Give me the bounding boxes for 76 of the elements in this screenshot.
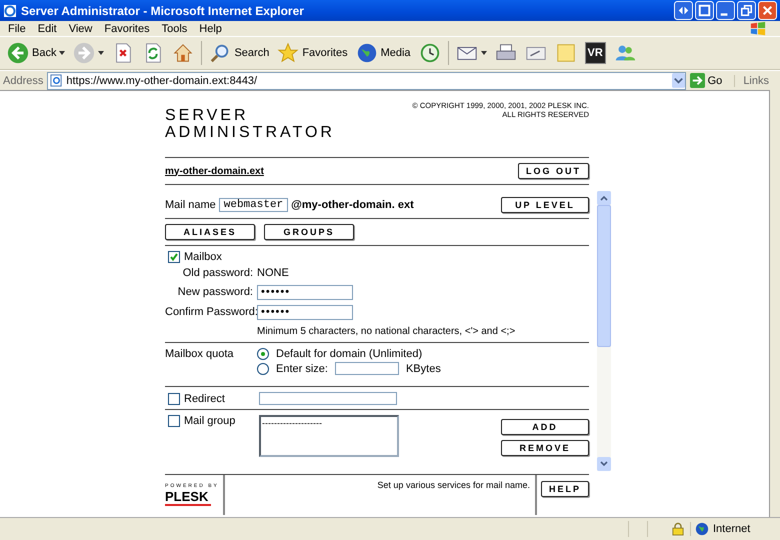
radio-label: Default for domain (Unlimited): [276, 348, 422, 360]
scrollbar[interactable]: [597, 191, 611, 471]
quota-label: Mailbox quota: [165, 348, 234, 362]
close-icon[interactable]: [758, 1, 777, 20]
zone-text: Internet: [713, 523, 750, 535]
tab-button[interactable]: GROUPS: [264, 224, 354, 240]
home-icon: [172, 42, 194, 64]
toolbar-button[interactable]: Back: [4, 42, 68, 64]
checkbox-label: Mailbox: [184, 251, 222, 263]
star-icon: [277, 42, 300, 64]
mail-name-field[interactable]: webmaster: [218, 198, 288, 212]
links-button[interactable]: Links: [734, 74, 777, 86]
help-button[interactable]: HELP: [540, 481, 589, 497]
radio-button[interactable]: [257, 362, 269, 374]
dropdown-icon: [480, 51, 487, 55]
dropdown-icon[interactable]: [672, 73, 685, 88]
domain-text: @my-other-domain. ext: [291, 198, 414, 210]
menu-item[interactable]: Favorites: [98, 22, 156, 34]
menu-item[interactable]: Help: [193, 22, 228, 34]
note-icon: [554, 42, 577, 64]
mail-group-checkbox[interactable]: [168, 415, 180, 427]
size-field[interactable]: [334, 362, 399, 375]
globe-icon: [356, 42, 378, 64]
up-level-button[interactable]: UP LEVEL: [501, 196, 589, 212]
toolbar-button[interactable]: Search: [206, 42, 272, 64]
menu-item[interactable]: Edit: [32, 22, 63, 34]
windows-flag-icon: [748, 20, 768, 36]
address-text: https://www.my-other-domain.ext:8443/: [66, 74, 258, 86]
menu-item[interactable]: View: [62, 22, 98, 34]
field-label: Old password:: [182, 267, 253, 280]
restore-icon[interactable]: [737, 1, 756, 20]
scroll-thumb[interactable]: [597, 205, 611, 347]
radio-label: Enter size:: [276, 362, 328, 374]
server-administrator-logo: SERVER ADMINISTRATOR: [165, 106, 335, 141]
domain-link[interactable]: my-other-domain.ext: [165, 166, 264, 176]
browser-icon: [3, 4, 17, 18]
toolbar-button[interactable]: Favorites: [274, 42, 351, 64]
log-out-button[interactable]: LOG OUT: [518, 163, 589, 179]
password-field[interactable]: ••••••: [257, 285, 353, 300]
field-label: New password:: [176, 286, 253, 299]
redirect-field[interactable]: [259, 392, 397, 405]
scroll-down-icon[interactable]: [597, 457, 611, 471]
back-forward-icon[interactable]: [674, 1, 693, 20]
radio-button[interactable]: [257, 348, 269, 360]
field-value: NONE: [257, 267, 289, 280]
tab-button[interactable]: ALIASES: [165, 224, 255, 240]
arrow-icon: [690, 73, 705, 88]
address-field[interactable]: https://www.my-other-domain.ext:8443/: [47, 72, 686, 90]
history-icon: [418, 42, 441, 64]
minimize-icon[interactable]: [716, 1, 735, 20]
page-icon: [50, 74, 64, 87]
mailbox-checkbox[interactable]: [168, 251, 180, 263]
go-button[interactable]: Go: [690, 73, 730, 88]
mail-name-label: Mail name: [165, 198, 216, 210]
dropdown-icon: [98, 51, 104, 55]
window-title: Server Administrator - Microsoft Internet Explorer: [21, 4, 304, 18]
menu-item[interactable]: File: [2, 22, 32, 34]
group-action-button[interactable]: ADD: [501, 419, 589, 435]
help-message: Set up various services for mail name.: [377, 480, 530, 490]
unit-text: KBytes: [406, 362, 441, 374]
group-action-button[interactable]: REMOVE: [501, 440, 589, 456]
list-item[interactable]: --------------------: [262, 418, 396, 428]
password-field[interactable]: ••••••: [257, 305, 353, 320]
address-label: Address: [3, 74, 44, 86]
hint-text: Minimum 5 characters, no national characters, <'> and <;>: [257, 325, 516, 338]
dropdown-icon: [59, 51, 66, 55]
checkbox-label: Redirect: [184, 392, 225, 404]
globe-icon: [695, 522, 709, 536]
checkbox-label: Mail group: [184, 415, 236, 427]
group-list[interactable]: --------------------: [259, 415, 399, 457]
toolbar-button[interactable]: Media: [352, 42, 414, 64]
menu-item[interactable]: Tools: [156, 22, 194, 34]
lock-icon: [672, 522, 684, 536]
redirect-checkbox[interactable]: [168, 392, 180, 404]
scroll-up-icon[interactable]: [597, 191, 611, 205]
window-icon[interactable]: [695, 1, 714, 20]
